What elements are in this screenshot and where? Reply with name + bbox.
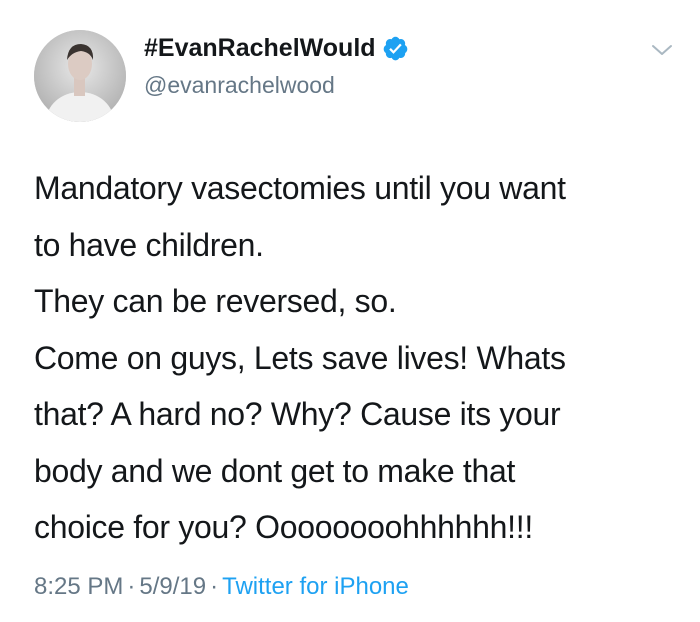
tweet-card: #EvanRachelWould @evanrachelwood Mandato… bbox=[0, 0, 700, 622]
tweet-source-link[interactable]: Twitter for iPhone bbox=[222, 573, 409, 600]
tweet-text-line: Come on guys, Lets save lives! Whats bbox=[34, 339, 566, 376]
name-row: #EvanRachelWould bbox=[144, 32, 409, 64]
meta-separator: · bbox=[210, 573, 219, 600]
verified-badge-icon bbox=[383, 36, 407, 60]
handle[interactable]: @evanrachelwood bbox=[144, 70, 335, 100]
avatar[interactable] bbox=[34, 30, 126, 122]
tweet-text-line: Mandatory vasectomies until you want bbox=[34, 170, 566, 206]
avatar-image bbox=[34, 30, 126, 122]
meta-separator: · bbox=[127, 573, 136, 600]
tweet-text-line: choice for you? Oooooooohhhhhh!!! bbox=[34, 509, 533, 545]
display-name[interactable]: #EvanRachelWould bbox=[144, 32, 376, 64]
tweet-time[interactable]: 8:25 PM bbox=[34, 573, 123, 600]
tweet-text-line: that? A hard no? Why? Cause its your bbox=[34, 396, 561, 432]
tweet-text-line: body and we dont get to make that bbox=[34, 452, 516, 489]
tweet-text: Mandatory vasectomies until you want to … bbox=[34, 160, 674, 556]
tweet-text-line: They can be reversed, so. bbox=[34, 283, 397, 319]
tweet-text-line: to have children. bbox=[34, 226, 264, 263]
chevron-down-icon[interactable] bbox=[650, 40, 674, 60]
tweet-meta: 8:25 PM · 5/9/19 · Twitter for iPhone bbox=[34, 569, 409, 605]
tweet-date[interactable]: 5/9/19 bbox=[139, 573, 206, 600]
